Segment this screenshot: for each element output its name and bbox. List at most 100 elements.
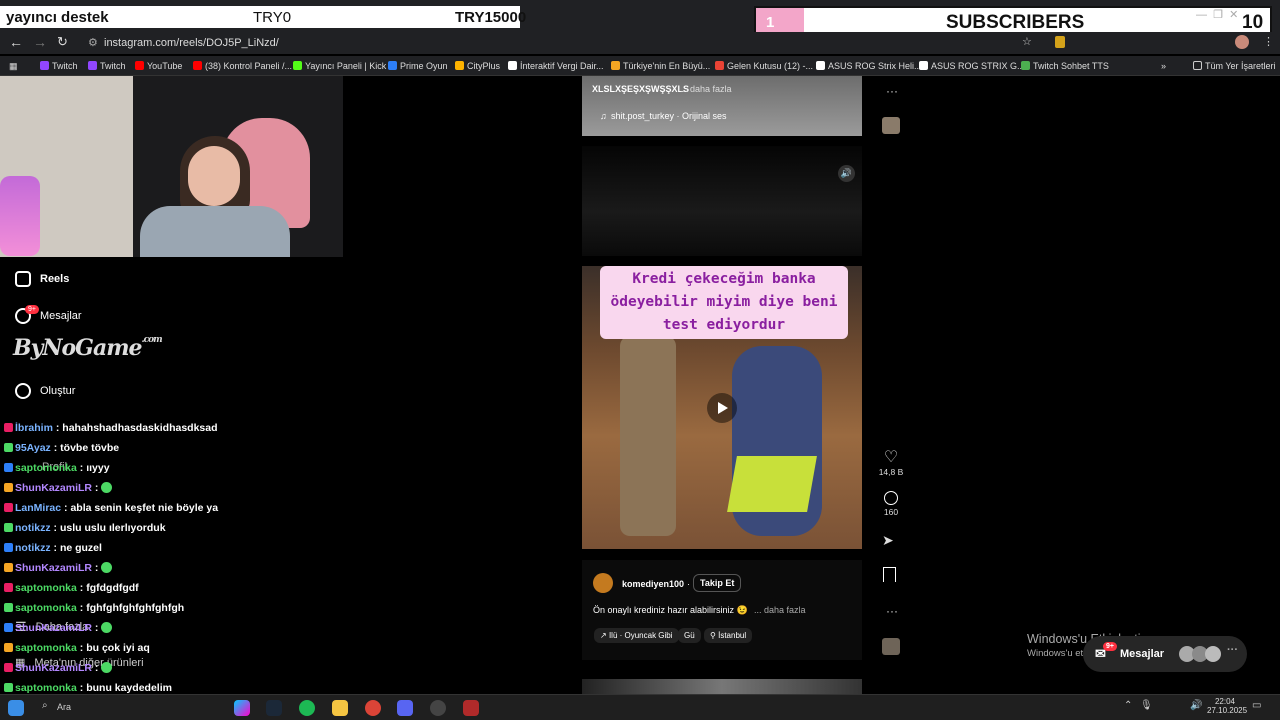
chevron-up-icon[interactable]: ⌃ (1124, 700, 1132, 711)
taskbar-clock[interactable]: 22:04 27.10.2025 (1207, 697, 1247, 715)
like-action[interactable]: ♡ 14,8 B (878, 447, 904, 477)
audio-thumbnail[interactable] (882, 117, 900, 134)
bookmark-item[interactable]: CityPlus (455, 61, 500, 71)
heart-icon: ♡ (883, 449, 899, 466)
chat-username: saptomonka (15, 642, 77, 654)
chat-badge-icon (4, 643, 13, 652)
bookmark-item[interactable]: (38) Kontrol Paneli /... (193, 61, 292, 71)
share-icon[interactable]: ➤ (882, 532, 894, 549)
webcam-overlay (0, 76, 343, 257)
all-bookmarks[interactable]: Tüm Yer İşaretleri (1193, 61, 1276, 71)
more-options-icon[interactable]: ··· (1227, 644, 1238, 656)
chat-text: fghfghfghfghfghfgh (86, 602, 185, 614)
chat-username: 95Ayaz (15, 442, 51, 454)
chrome-icon[interactable] (365, 700, 381, 716)
spotify-icon[interactable] (299, 700, 315, 716)
bookmark-item[interactable]: Gelen Kutusu (12) -... (715, 61, 813, 71)
chat-separator: : (92, 662, 102, 674)
follow-button[interactable]: Takip Et (693, 574, 742, 592)
next-reel-preview[interactable] (582, 679, 862, 694)
more-options-icon[interactable]: ··· (886, 604, 898, 618)
search-icon[interactable]: ⌕ (42, 700, 48, 711)
save-icon[interactable] (883, 567, 896, 582)
chat-separator: : (76, 462, 87, 474)
bookmark-star-icon[interactable]: ☆ (1022, 35, 1032, 48)
site-info-icon[interactable]: ⚙ (88, 36, 98, 49)
separator-dot: · (687, 579, 690, 589)
audio-tag-2[interactable]: Gü (678, 628, 701, 643)
chevron-right-icon[interactable]: » (1161, 61, 1166, 71)
chat-badge-icon (4, 463, 13, 472)
plus-icon (15, 383, 31, 399)
chat-message: İbrahim : hahahshadhasdaskidhasdksad (4, 422, 218, 434)
nav-create[interactable]: Oluştur (15, 383, 75, 399)
bookmark-item[interactable]: Twitch (40, 61, 78, 71)
volume-icon[interactable]: 🔊 (838, 165, 855, 182)
bookmark-item[interactable]: YouTube (135, 61, 182, 71)
avatar[interactable] (593, 573, 613, 593)
notification-icon[interactable]: ▭ (1252, 700, 1261, 711)
previous-reel-more[interactable]: ... daha fazla (680, 84, 732, 94)
url-field[interactable]: instagram.com/reels/DOJ5P_LiNzd/ (104, 37, 279, 49)
microphone-icon[interactable]: 🎙 (1140, 700, 1153, 711)
obs-icon[interactable] (430, 700, 446, 716)
window-controls[interactable]: — ❐ ✕ (1196, 8, 1238, 21)
chat-text: ııyyy (86, 462, 110, 474)
chat-text: abla senin keşfet nie böyle ya (70, 502, 219, 514)
profile-avatar[interactable] (1235, 35, 1249, 49)
chat-separator: : (92, 562, 102, 574)
chat-username: ShunKazamiLR (15, 482, 93, 494)
reel-info: komediyen100 · Takip Et Ön onaylı kredin… (582, 560, 862, 660)
reel-caption-overlay: Kredi çekeceğim banka ödeyebilir miyim d… (600, 266, 848, 339)
chat-separator: : (92, 622, 102, 634)
chat-text: bunu kaydedelim (86, 682, 172, 694)
reel-username[interactable]: komediyen100 (622, 579, 684, 589)
bookmark-item[interactable]: Twitch Sohbet TTS (1021, 61, 1109, 71)
previous-reel[interactable]: XLSLXŞEŞXŞWŞŞXLS ... daha fazla ♫ shit.p… (582, 76, 862, 136)
forward-icon[interactable]: → (33, 34, 47, 50)
chat-badge-icon (4, 483, 13, 492)
bookmark-item[interactable]: Yayıncı Paneli | Kick (293, 61, 386, 71)
audio-tag[interactable]: ↗ Ilü · Oyuncak Gibi (594, 628, 679, 643)
messages-pill[interactable]: ✉ 9+ Mesajlar ··· (1083, 636, 1247, 672)
bookmark-item[interactable]: ASUS ROG Strix Heli... (816, 61, 922, 71)
more-options-icon[interactable]: ··· (886, 84, 898, 98)
taskbar-search-label[interactable]: Ara (57, 702, 71, 712)
volume-icon[interactable]: 🔊 (1190, 700, 1202, 711)
apps-icon[interactable]: ▦ (9, 61, 18, 72)
chat-message: 95Ayaz : tövbe tövbe (4, 442, 119, 454)
copilot-icon[interactable] (234, 700, 250, 716)
chat-username: saptomonka (15, 602, 77, 614)
comment-action[interactable]: 160 (878, 489, 904, 517)
menu-icon[interactable]: ⋮ (1263, 35, 1274, 48)
bookmark-item[interactable]: ASUS ROG STRIX G... (919, 61, 1025, 71)
bookmark-item[interactable]: Twitch (88, 61, 126, 71)
donation-title: yayıncı destek (6, 9, 109, 26)
windows-start-icon[interactable] (8, 700, 24, 716)
reel-more-link[interactable]: ... daha fazla (754, 605, 806, 615)
nav-reels[interactable]: Reels (15, 271, 69, 287)
chat-badge-icon (4, 523, 13, 532)
file-explorer-icon[interactable] (332, 700, 348, 716)
loading-reel[interactable]: 🔊 (582, 146, 862, 256)
audio-thumbnail[interactable] (882, 638, 900, 655)
chat-text: hahahshadhasdaskidhasdksad (62, 422, 218, 434)
discord-icon[interactable] (397, 700, 413, 716)
chat-message: saptomonka : bu çok iyi aq (4, 642, 150, 654)
previous-reel-title: XLSLXŞEŞXŞWŞŞXLS (592, 84, 690, 94)
bynogame-logo: ByNoGame.com (13, 335, 163, 361)
app-icon[interactable] (463, 700, 479, 716)
bookmark-item[interactable]: İnteraktif Vergi Dair... (508, 61, 604, 71)
previous-reel-audio[interactable]: shit.post_turkey · Orijinal ses (611, 111, 727, 121)
location-tag[interactable]: ⚲ İstanbul (704, 628, 753, 643)
play-button[interactable] (707, 393, 737, 423)
bookmark-item[interactable]: Türkiye'nin En Büyü... (611, 61, 710, 71)
back-icon[interactable]: ← (9, 34, 23, 50)
bookmark-item[interactable]: Prime Oyun (388, 61, 448, 71)
steam-icon[interactable] (266, 700, 282, 716)
stream-chat-overlay: İbrahim : hahahshadhasdaskidhasdksad 95Ay… (0, 404, 300, 696)
chat-separator: : (76, 682, 87, 694)
bookmarks-bar: ▦ Twitch Twitch YouTube (38) Kontrol Pan… (0, 56, 1280, 76)
extension-icon[interactable] (1055, 36, 1065, 48)
reload-icon[interactable]: ↻ (57, 34, 68, 50)
